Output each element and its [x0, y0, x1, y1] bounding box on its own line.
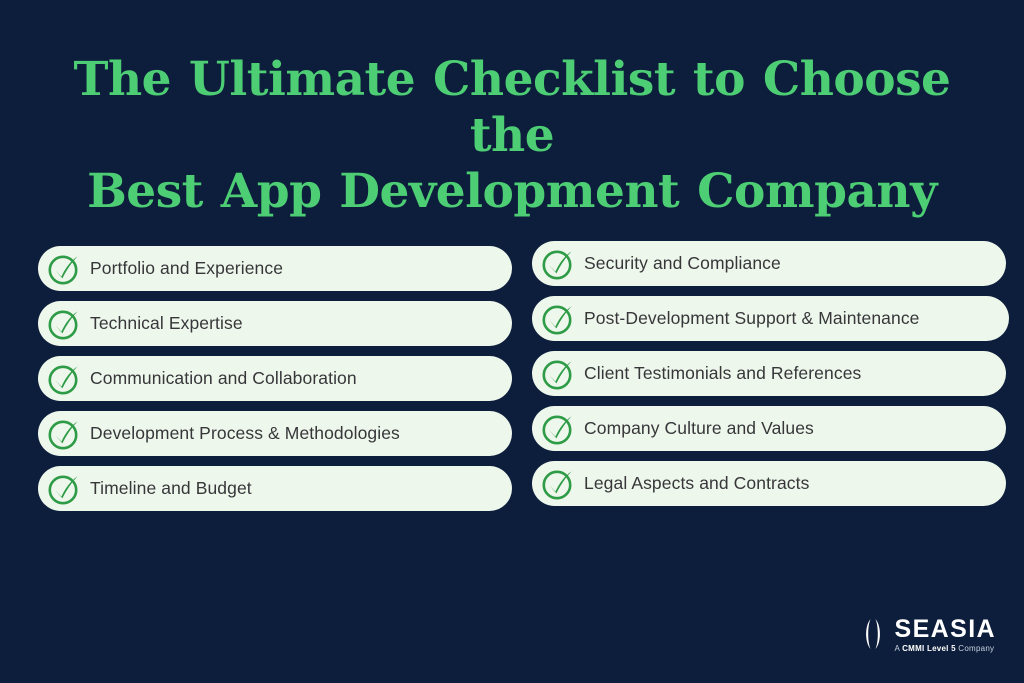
checklist-item[interactable]: Communication and Collaboration: [38, 356, 512, 401]
check-circle-icon: [540, 301, 576, 337]
checklist-column-right: Security and Compliance Post-Development…: [532, 241, 1009, 506]
checklist-item-label: Communication and Collaboration: [90, 367, 357, 388]
checklist-item-label: Legal Aspects and Contracts: [584, 472, 810, 493]
logo-tagline: A CMMI Level 5 Company: [895, 644, 995, 653]
check-circle-icon: [540, 466, 576, 502]
checklist-item[interactable]: Security and Compliance: [532, 241, 1006, 286]
check-circle-icon: [46, 471, 82, 507]
check-circle-icon: [46, 306, 82, 342]
check-circle-icon: [46, 416, 82, 452]
checklist-item[interactable]: Client Testimonials and References: [532, 351, 1006, 396]
checklist-item-label: Company Culture and Values: [584, 417, 814, 438]
tagline-prefix: A: [894, 644, 903, 653]
checklist-item-label: Security and Compliance: [584, 252, 781, 273]
checklist-item-label: Portfolio and Experience: [90, 257, 284, 278]
check-circle-icon: [540, 246, 576, 282]
checklist-columns: Portfolio and Experience Technical Exper…: [0, 0, 1024, 683]
logo-wordmark: SEASIA: [894, 614, 996, 643]
check-circle-icon: [46, 361, 82, 397]
check-circle-icon: [540, 411, 576, 447]
checklist-item[interactable]: Legal Aspects and Contracts: [532, 461, 1006, 506]
checklist-item[interactable]: Technical Expertise: [38, 301, 512, 346]
seasia-arcs-icon: [860, 617, 886, 651]
checklist-item-label: Development Process & Methodologies: [90, 422, 400, 443]
check-circle-icon: [46, 251, 82, 287]
tagline-bold: CMMI Level 5: [902, 644, 956, 653]
seasia-logo: SEASIA A CMMI Level 5 Company: [860, 614, 996, 653]
checklist-item[interactable]: Company Culture and Values: [532, 406, 1006, 451]
checklist-item[interactable]: Timeline and Budget: [38, 466, 512, 511]
check-circle-icon: [540, 356, 576, 392]
checklist-item-label: Post-Development Support & Maintenance: [584, 307, 920, 328]
checklist-item[interactable]: Development Process & Methodologies: [38, 411, 512, 456]
checklist-item-label: Timeline and Budget: [90, 477, 252, 498]
infographic-canvas: The Ultimate Checklist to Choose the Bes…: [0, 0, 1024, 683]
checklist-item[interactable]: Portfolio and Experience: [38, 246, 512, 291]
checklist-item-label: Client Testimonials and References: [584, 362, 862, 383]
checklist-item-label: Technical Expertise: [90, 312, 243, 333]
tagline-suffix: Company: [955, 644, 995, 653]
checklist-column-left: Portfolio and Experience Technical Exper…: [38, 246, 512, 511]
checklist-item[interactable]: Post-Development Support & Maintenance: [532, 296, 1009, 341]
